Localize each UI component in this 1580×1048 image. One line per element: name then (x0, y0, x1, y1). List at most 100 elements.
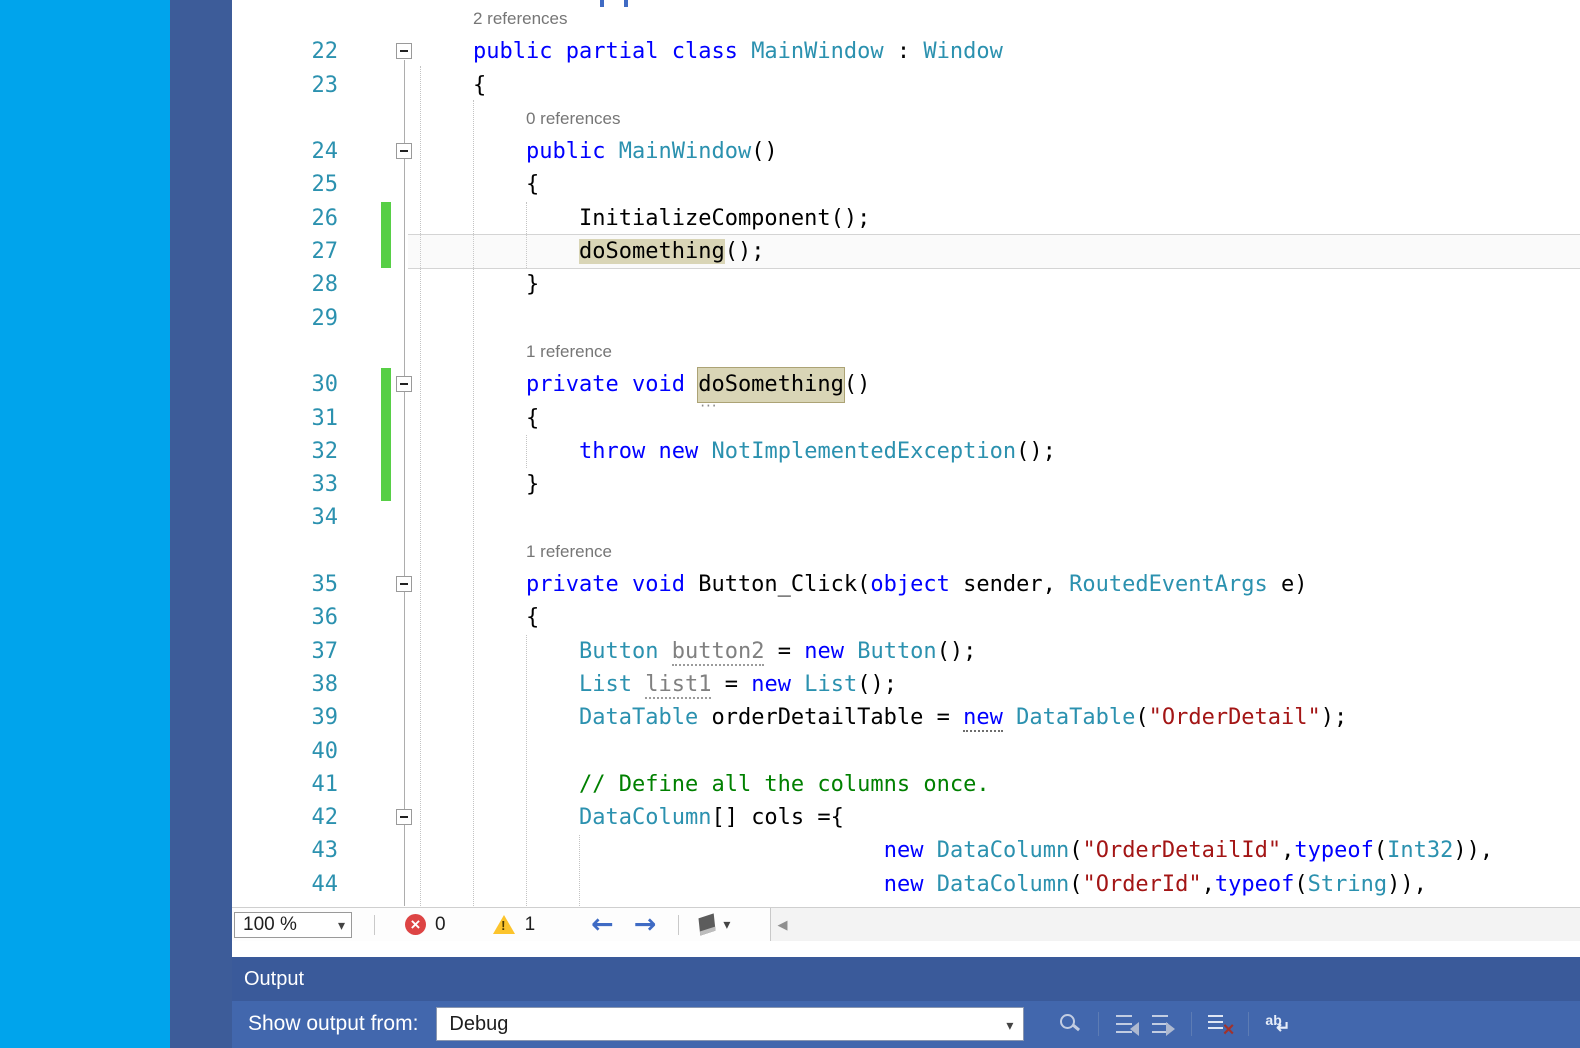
code-text[interactable]: throw new NotImplementedException(); (418, 435, 1580, 468)
code-text[interactable]: DataColumn[] cols ={ (418, 801, 1580, 834)
line-number[interactable]: 33 (302, 468, 338, 501)
codelens-references-link[interactable]: 0 references (418, 102, 1580, 135)
word-wrap-icon[interactable] (1263, 1010, 1291, 1038)
prev-message-icon[interactable] (1113, 1010, 1141, 1038)
code-text[interactable]: InitializeComponent(); (418, 202, 1580, 235)
code-text[interactable]: public MainWindow() (418, 135, 1580, 168)
code-text[interactable]: private void Button_Click(object sender,… (418, 568, 1580, 601)
line-number[interactable]: 35 (302, 568, 338, 601)
breakpoint-margin[interactable] (232, 701, 302, 734)
breakpoint-margin[interactable] (232, 35, 302, 68)
output-panel-header[interactable]: Output (232, 957, 1580, 1001)
code-text[interactable]: doSomething(); (418, 235, 1580, 268)
collapse-toggle[interactable] (396, 143, 412, 159)
panel-splitter[interactable] (232, 941, 1580, 957)
code-text[interactable]: { (418, 168, 1580, 201)
line-number[interactable]: 25 (302, 168, 338, 201)
line-number[interactable]: 40 (302, 735, 338, 768)
line-number[interactable]: 27 (302, 235, 338, 268)
outline-margin (392, 668, 418, 701)
code-text[interactable]: private void doSomething() (418, 368, 1580, 401)
code-text[interactable]: // Define all the columns once. (418, 768, 1580, 801)
find-message-icon[interactable] (1056, 1010, 1084, 1038)
line-number[interactable]: 31 (302, 402, 338, 435)
collapse-toggle[interactable] (396, 809, 412, 825)
breakpoint-margin[interactable] (232, 901, 302, 907)
line-number[interactable]: 24 (302, 135, 338, 168)
codelens-references-link[interactable]: 1 reference (418, 535, 1580, 568)
code-text[interactable]: new DataColumn("Product",typeof(String))… (418, 901, 1580, 907)
line-number[interactable]: 41 (302, 768, 338, 801)
line-number[interactable]: 30 (302, 368, 338, 401)
code-cleanup-button[interactable] (699, 916, 730, 934)
line-number[interactable]: 26 (302, 202, 338, 235)
collapse-toggle[interactable] (396, 576, 412, 592)
line-number[interactable]: 42 (302, 801, 338, 834)
codelens-references-link[interactable]: 2 references (418, 2, 1580, 35)
line-number[interactable]: 28 (302, 268, 338, 301)
breakpoint-margin[interactable] (232, 501, 302, 534)
navigate-back-icon[interactable] (591, 911, 614, 938)
line-number[interactable]: 29 (302, 302, 338, 335)
code-text[interactable]: { (418, 601, 1580, 634)
horizontal-scrollbar[interactable] (770, 908, 1580, 941)
line-number[interactable]: 44 (302, 868, 338, 901)
line-number[interactable]: 39 (302, 701, 338, 734)
breakpoint-margin[interactable] (232, 235, 302, 268)
breakpoint-margin[interactable] (232, 801, 302, 834)
codelens-references-link[interactable]: 1 reference (418, 335, 1580, 368)
breakpoint-margin[interactable] (232, 834, 302, 867)
code-text[interactable]: public partial class MainWindow : Window (418, 35, 1580, 68)
line-number[interactable]: 22 (302, 35, 338, 68)
breakpoint-margin[interactable] (232, 735, 302, 768)
output-source-dropdown[interactable]: Debug (436, 1007, 1024, 1041)
breakpoint-margin[interactable] (232, 2, 302, 35)
code-text[interactable]: Button button2 = new Button(); (418, 635, 1580, 668)
breakpoint-margin[interactable] (232, 335, 302, 368)
breakpoint-margin[interactable] (232, 668, 302, 701)
breakpoint-margin[interactable] (232, 102, 302, 135)
line-number[interactable]: 23 (302, 69, 338, 102)
breakpoint-margin[interactable] (232, 168, 302, 201)
code-text[interactable]: } (418, 468, 1580, 501)
code-text[interactable]: } (418, 268, 1580, 301)
line-number[interactable]: 34 (302, 501, 338, 534)
breakpoint-margin[interactable] (232, 535, 302, 568)
breakpoint-margin[interactable] (232, 135, 302, 168)
breakpoint-margin[interactable] (232, 302, 302, 335)
breakpoint-margin[interactable] (232, 368, 302, 401)
error-count-button[interactable]: 0 (405, 914, 446, 936)
breakpoint-margin[interactable] (232, 402, 302, 435)
line-number[interactable]: 38 (302, 668, 338, 701)
warning-count-button[interactable]: 1 (492, 914, 536, 936)
code-text[interactable]: new DataColumn("OrderDetailId",typeof(In… (418, 834, 1580, 867)
change-margin (338, 102, 392, 135)
breakpoint-margin[interactable] (232, 635, 302, 668)
zoom-select[interactable]: 100 % (234, 912, 352, 938)
breakpoint-margin[interactable] (232, 868, 302, 901)
line-number[interactable]: 32 (302, 435, 338, 468)
scrollbar-left-arrow-icon[interactable] (777, 916, 787, 934)
code-text[interactable]: { (418, 69, 1580, 102)
breakpoint-margin[interactable] (232, 202, 302, 235)
breakpoint-margin[interactable] (232, 768, 302, 801)
code-text[interactable]: new DataColumn("OrderId",typeof(String))… (418, 868, 1580, 901)
collapse-toggle[interactable] (396, 43, 412, 59)
breakpoint-margin[interactable] (232, 268, 302, 301)
code-text[interactable]: { (418, 402, 1580, 435)
breakpoint-margin[interactable] (232, 69, 302, 102)
breakpoint-margin[interactable] (232, 601, 302, 634)
line-number[interactable]: 37 (302, 635, 338, 668)
code-text[interactable]: DataTable orderDetailTable = new DataTab… (418, 701, 1580, 734)
line-number[interactable]: 43 (302, 834, 338, 867)
line-number[interactable]: 45 (302, 901, 338, 907)
clear-all-icon[interactable] (1206, 1010, 1234, 1038)
collapse-toggle[interactable] (396, 376, 412, 392)
navigate-forward-icon[interactable] (634, 911, 657, 938)
breakpoint-margin[interactable] (232, 568, 302, 601)
next-message-icon[interactable] (1149, 1010, 1177, 1038)
code-text[interactable]: List list1 = new List(); (418, 668, 1580, 701)
line-number[interactable]: 36 (302, 601, 338, 634)
breakpoint-margin[interactable] (232, 435, 302, 468)
breakpoint-margin[interactable] (232, 468, 302, 501)
